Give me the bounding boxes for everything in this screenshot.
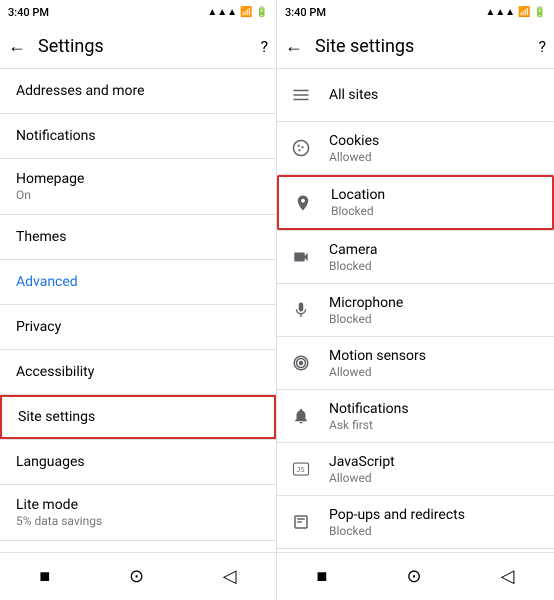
site-item-notifications-text: Notifications Ask first: [329, 401, 409, 432]
settings-item-advanced[interactable]: Advanced: [0, 260, 276, 304]
cookies-icon: [289, 136, 313, 160]
left-settings-list: Addresses and more Notifications Homepag…: [0, 69, 276, 552]
battery-icon: 🔋: [256, 7, 268, 18]
settings-item-privacy[interactable]: Privacy: [0, 305, 276, 349]
left-status-bar: 3:40 PM ▲▲▲ 📶 🔋: [0, 0, 276, 24]
right-help-button[interactable]: ?: [538, 37, 546, 56]
right-battery-icon: 🔋: [534, 7, 546, 18]
site-item-location-text: Location Blocked: [331, 187, 385, 218]
settings-item-downloads[interactable]: Downloads: [0, 541, 276, 552]
left-nav-circle[interactable]: ⊙: [121, 558, 152, 595]
right-nav-circle[interactable]: ⊙: [398, 558, 429, 595]
settings-item-lite-mode[interactable]: Lite mode 5% data savings: [0, 485, 276, 540]
all-sites-icon: [289, 83, 313, 107]
settings-item-themes[interactable]: Themes: [0, 215, 276, 259]
svg-text:JS: JS: [297, 466, 305, 474]
right-header: ← Site settings ?: [277, 24, 554, 68]
right-time: 3:40 PM: [285, 6, 326, 19]
javascript-icon: JS: [289, 457, 313, 481]
site-item-motion-sensors[interactable]: Motion sensors Allowed: [277, 337, 554, 389]
site-item-camera[interactable]: Camera Blocked: [277, 231, 554, 283]
right-back-button[interactable]: ←: [285, 36, 303, 57]
site-item-notifications[interactable]: Notifications Ask first: [277, 390, 554, 442]
left-panel: 3:40 PM ▲▲▲ 📶 🔋 ← Settings ? Addresses a…: [0, 0, 277, 600]
site-item-all-sites-text: All sites: [329, 87, 378, 103]
site-item-microphone-text: Microphone Blocked: [329, 295, 403, 326]
settings-item-homepage[interactable]: Homepage On: [0, 159, 276, 214]
site-item-javascript[interactable]: JS JavaScript Allowed: [277, 443, 554, 495]
popup-icon: [289, 510, 313, 534]
right-status-bar: 3:40 PM ▲▲▲ 📶 🔋: [277, 0, 554, 24]
microphone-icon: [289, 298, 313, 322]
site-item-cookies-text: Cookies Allowed: [329, 133, 379, 164]
site-item-popups-text: Pop-ups and redirects Blocked: [329, 507, 465, 538]
settings-item-site-settings[interactable]: Site settings: [0, 395, 276, 439]
left-header: ← Settings ?: [0, 24, 276, 68]
settings-item-accessibility[interactable]: Accessibility: [0, 350, 276, 394]
camera-icon: [289, 245, 313, 269]
left-nav-back[interactable]: ◁: [215, 558, 245, 595]
site-item-motion-sensors-text: Motion sensors Allowed: [329, 348, 426, 379]
left-nav-bar: ■ ⊙ ◁: [0, 552, 276, 600]
settings-item-languages[interactable]: Languages: [0, 440, 276, 484]
bell-icon: [289, 404, 313, 428]
site-item-all-sites[interactable]: All sites: [277, 69, 554, 121]
right-nav-square[interactable]: ■: [309, 558, 336, 595]
right-signal-icon: ▲▲▲: [485, 7, 515, 18]
site-item-popups[interactable]: Pop-ups and redirects Blocked: [277, 496, 554, 548]
left-time: 3:40 PM: [8, 6, 49, 19]
right-nav-bar: ■ ⊙ ◁: [277, 552, 554, 600]
motion-sensors-icon: [289, 351, 313, 375]
site-settings-list: All sites Cookies Allowed Location Block…: [277, 69, 554, 552]
left-nav-square[interactable]: ■: [31, 558, 58, 595]
right-nav-back[interactable]: ◁: [493, 558, 523, 595]
left-header-title: Settings: [38, 36, 248, 57]
site-item-cookies[interactable]: Cookies Allowed: [277, 122, 554, 174]
right-status-icons: ▲▲▲ 📶 🔋: [485, 7, 546, 18]
site-item-location[interactable]: Location Blocked: [277, 175, 554, 230]
signal-icon: ▲▲▲: [207, 7, 237, 18]
left-status-icons: ▲▲▲ 📶 🔋: [207, 7, 268, 18]
settings-item-addresses[interactable]: Addresses and more: [0, 69, 276, 113]
left-help-button[interactable]: ?: [260, 37, 268, 56]
left-back-button[interactable]: ←: [8, 36, 26, 57]
right-header-title: Site settings: [315, 36, 526, 57]
site-item-javascript-text: JavaScript Allowed: [329, 454, 395, 485]
site-item-camera-text: Camera Blocked: [329, 242, 378, 273]
settings-item-notifications[interactable]: Notifications: [0, 114, 276, 158]
right-panel: 3:40 PM ▲▲▲ 📶 🔋 ← Site settings ? All si…: [277, 0, 554, 600]
location-icon: [291, 191, 315, 215]
right-wifi-icon: 📶: [518, 7, 530, 18]
wifi-icon: 📶: [240, 7, 252, 18]
site-item-microphone[interactable]: Microphone Blocked: [277, 284, 554, 336]
